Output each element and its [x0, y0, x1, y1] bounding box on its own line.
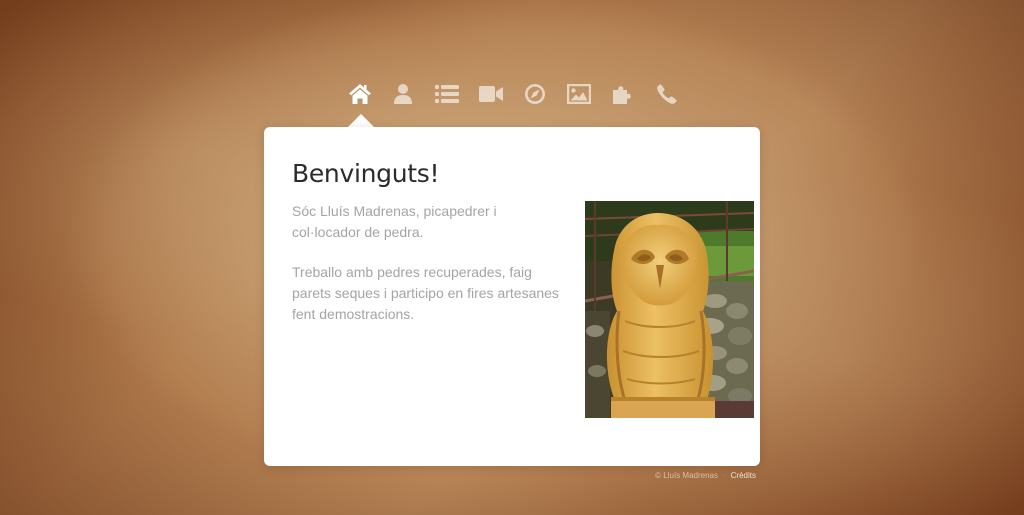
- intro-text: Sóc Lluís Madrenas, picapedrer i col·loc…: [292, 201, 564, 344]
- compass-icon: [524, 84, 545, 104]
- image-icon: [567, 84, 591, 104]
- nav-home[interactable]: [346, 80, 374, 108]
- welcome-panel: Benvinguts! Sóc Lluís Madrenas, picapedr…: [264, 127, 760, 466]
- nav-gallery[interactable]: [565, 80, 593, 108]
- nav-works[interactable]: [609, 80, 637, 108]
- intro-paragraph: Treballo amb pedres recuperades, faig pa…: [292, 264, 559, 322]
- list-icon: [435, 85, 459, 103]
- main-nav: [346, 80, 678, 110]
- nav-contact[interactable]: [653, 80, 681, 108]
- panel-pointer: [348, 114, 374, 127]
- puzzle-icon: [613, 86, 631, 104]
- credits-link[interactable]: Crèdits: [731, 471, 756, 480]
- intro-paragraph: Sóc Lluís Madrenas, picapedrer i col·loc…: [292, 203, 497, 240]
- owl-sculpture-photo: [585, 201, 754, 418]
- copyright-text: © Lluís Madrenas: [655, 471, 718, 480]
- site-footer: © Lluís Madrenas · Crèdits: [655, 471, 756, 480]
- phone-icon: [657, 84, 677, 104]
- nav-video[interactable]: [477, 80, 505, 108]
- nav-list[interactable]: [433, 80, 461, 108]
- video-camera-icon: [479, 86, 503, 102]
- page-title: Benvinguts!: [292, 159, 440, 188]
- home-icon: [349, 84, 371, 104]
- nav-explore[interactable]: [521, 80, 549, 108]
- user-icon: [394, 84, 412, 104]
- owl-sculpture-image: [585, 201, 754, 418]
- footer-separator: ·: [722, 471, 726, 480]
- nav-about[interactable]: [389, 80, 417, 108]
